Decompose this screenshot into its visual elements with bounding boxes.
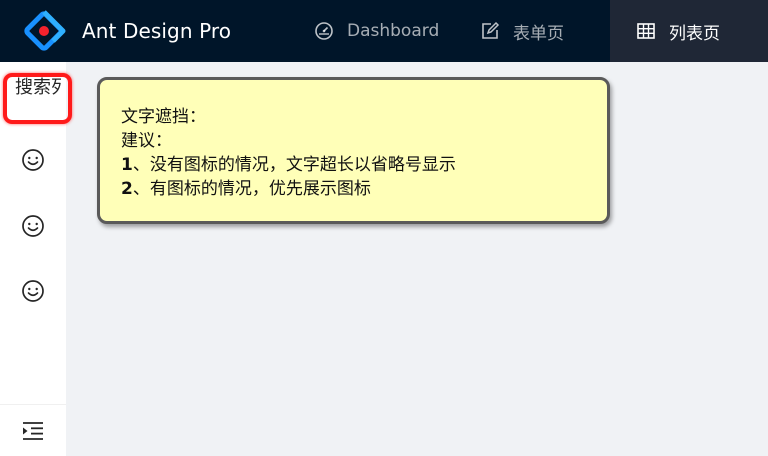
brand[interactable]: Ant Design Pro (0, 0, 300, 62)
nav-label-dashboard: Dashboard (347, 21, 440, 41)
note-point-1-text: 、没有图标的情况，文字超长以省略号显示 (132, 155, 456, 175)
note-advice: 建议： (121, 131, 172, 151)
note-point-2-num: 2 (121, 179, 133, 199)
side-menu: 搜索列表 (0, 62, 72, 456)
form-icon (482, 21, 500, 39)
nav-label-list: 列表页 (669, 23, 720, 44)
highlight-box (3, 73, 72, 124)
note-point-1-num: 1 (121, 155, 133, 175)
menu-unfold-icon (23, 421, 43, 440)
nav-item-list[interactable]: 列表页 (610, 0, 768, 62)
note-title: 文字遮挡： (121, 107, 206, 127)
annotation-note: 文字遮挡： 建议： 1、没有图标的情况，文字超长以省略号显示 2、有图标的情况，… (97, 77, 610, 224)
nav-item-form[interactable]: 表单页 (462, 0, 610, 62)
top-nav: Dashboard 表单页 列表页 (296, 0, 768, 62)
collapse-toggle[interactable] (0, 404, 66, 456)
ant-design-logo-icon (24, 10, 66, 51)
note-point-2-text: 、有图标的情况，优先展示图标 (132, 179, 371, 199)
dashboard-icon (315, 22, 333, 40)
smile-icon (22, 280, 44, 302)
sidebar-item-3[interactable] (0, 277, 66, 305)
smile-icon (22, 215, 44, 237)
nav-label-form: 表单页 (513, 23, 564, 44)
smile-icon (22, 149, 44, 171)
nav-item-dashboard[interactable]: Dashboard (296, 0, 462, 62)
table-icon (637, 23, 655, 39)
sidebar-item-2[interactable] (0, 212, 66, 240)
note-point-1: 1、没有图标的情况，文字超长以省略号显示 (121, 153, 607, 177)
note-point-2: 2、有图标的情况，优先展示图标 (121, 177, 607, 201)
brand-title: Ant Design Pro (82, 19, 232, 43)
top-header: Ant Design Pro Dashboard 表单页 列表页 (0, 0, 768, 62)
sidebar-item-1[interactable] (0, 146, 66, 174)
